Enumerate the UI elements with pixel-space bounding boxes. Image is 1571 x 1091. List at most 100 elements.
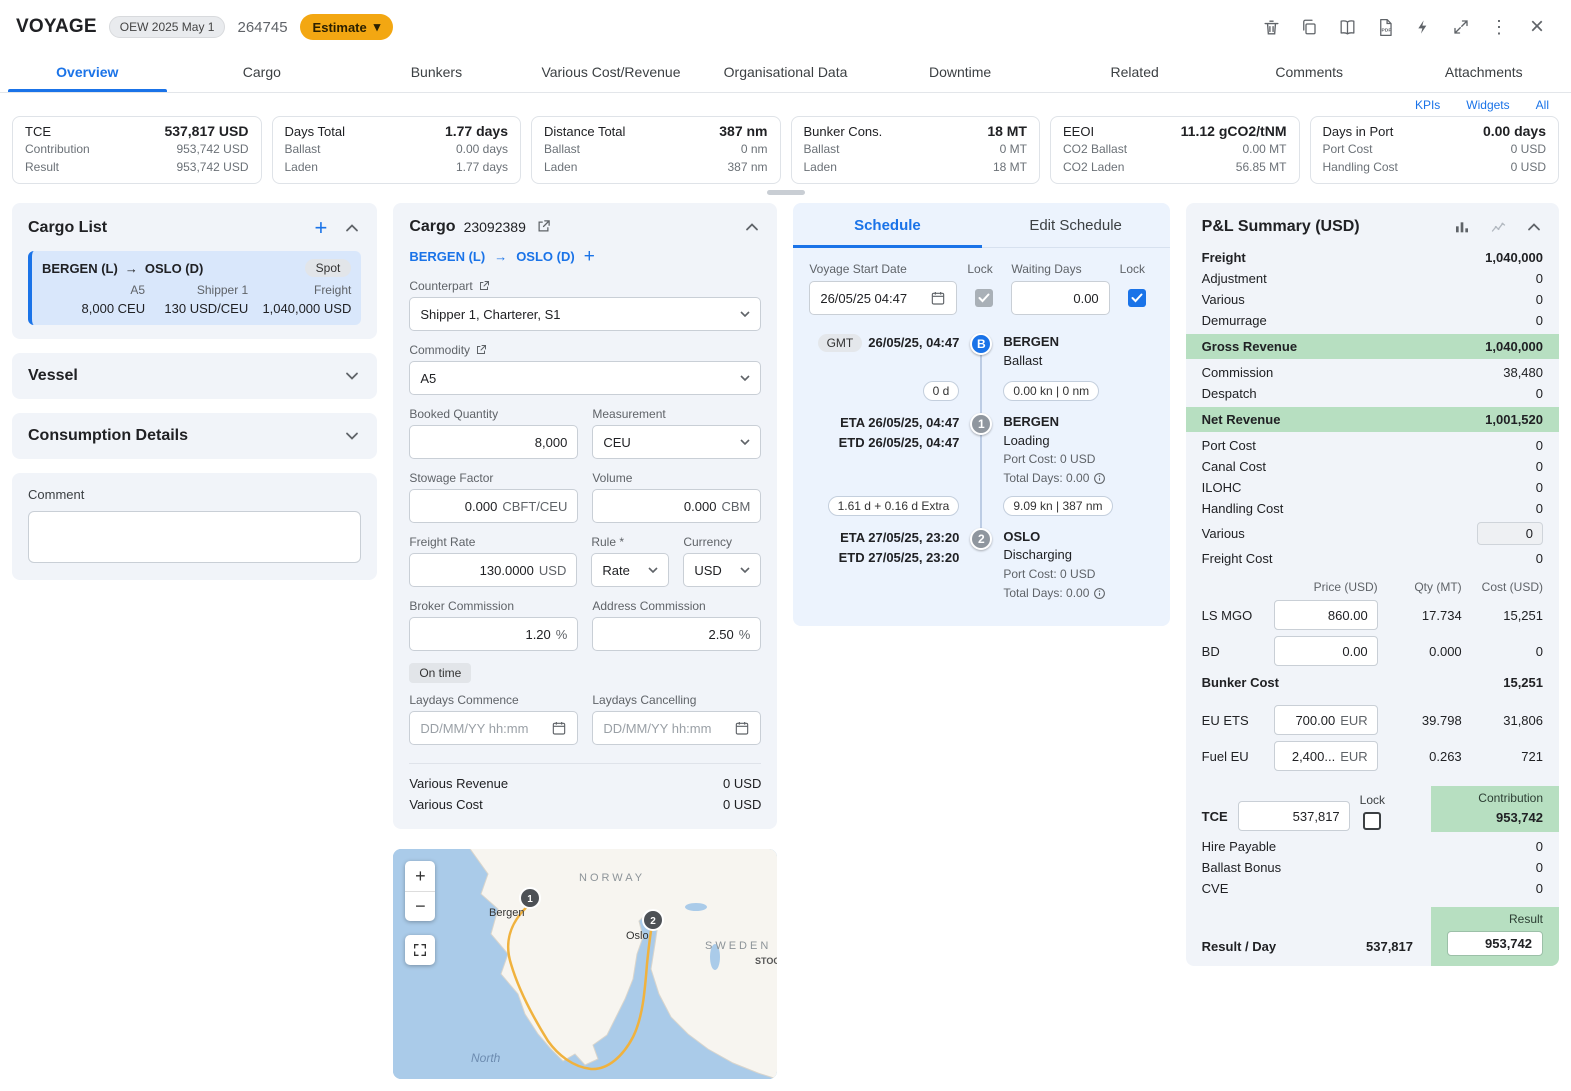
- broker-commission-value: 1.20: [525, 627, 550, 642]
- expand-consumption-button[interactable]: [343, 430, 361, 442]
- collapse-cargo-list-button[interactable]: [343, 222, 361, 234]
- tab-overview[interactable]: Overview: [0, 54, 175, 92]
- pnl-label: Freight Cost: [1202, 551, 1273, 566]
- currency-select[interactable]: USD: [683, 553, 761, 587]
- laydays-commence-placeholder: DD/MM/YY hh:mm: [420, 721, 528, 736]
- route-load-port-link[interactable]: BERGEN (L): [409, 249, 485, 264]
- bar-chart-toggle-button[interactable]: [1452, 217, 1472, 237]
- tab-related[interactable]: Related: [1047, 54, 1222, 92]
- bunker-row-euets: EU ETS 700.00EUR 39.798 31,806: [1202, 702, 1543, 738]
- tab-bunkers[interactable]: Bunkers: [349, 54, 524, 92]
- result-block: Result / Day 537,817 Result 953,742: [1202, 907, 1559, 966]
- close-button[interactable]: ×: [1519, 10, 1555, 44]
- pdf-export-button[interactable]: PDF: [1367, 10, 1403, 44]
- open-cargo-button[interactable]: [534, 217, 553, 236]
- add-port-button[interactable]: +: [584, 247, 595, 266]
- broker-commission-input[interactable]: 1.20%: [409, 617, 578, 651]
- collapse-pnl-button[interactable]: [1525, 221, 1543, 233]
- tce-input[interactable]: 537,817: [1238, 801, 1350, 831]
- tce-value: 537,817: [1293, 809, 1340, 824]
- measurement-value: CEU: [603, 435, 630, 450]
- bunker-qty: 0.263: [1386, 749, 1462, 764]
- calendar-icon[interactable]: [551, 720, 567, 736]
- tab-schedule[interactable]: Schedule: [793, 203, 981, 247]
- kpi-sub-label: Ballast: [804, 140, 840, 158]
- tab-cargo[interactable]: Cargo: [175, 54, 350, 92]
- tab-organisational-data[interactable]: Organisational Data: [698, 54, 873, 92]
- laydays-cancelling-input[interactable]: DD/MM/YY hh:mm: [592, 711, 761, 745]
- pnl-row-ballast-bonus: Ballast Bonus0: [1202, 857, 1543, 878]
- kpi-link-all[interactable]: All: [1536, 98, 1549, 112]
- pnl-row-net-revenue: Net Revenue1,001,520: [1186, 407, 1559, 432]
- kpi-resize-handle[interactable]: [767, 190, 805, 195]
- counterpart-select[interactable]: Shipper 1, Charterer, S1: [409, 297, 761, 331]
- laydays-commence-input[interactable]: DD/MM/YY hh:mm: [409, 711, 578, 745]
- lsmgo-price-input[interactable]: 860.00: [1274, 600, 1378, 630]
- tce-lock-checkbox[interactable]: [1363, 812, 1381, 830]
- stowage-factor-input[interactable]: 0.000CBFT/CEU: [409, 489, 578, 523]
- kpi-sub-value: 1.77 days: [456, 158, 508, 176]
- stop-port: BERGEN: [1003, 333, 1153, 352]
- kpi-sub-value: 953,742 USD: [176, 158, 248, 176]
- bunker-cost: 721: [1470, 749, 1543, 764]
- bunker-qty: 39.798: [1386, 713, 1462, 728]
- tab-downtime[interactable]: Downtime: [873, 54, 1048, 92]
- route-discharge-port-link[interactable]: OSLO (D): [516, 249, 575, 264]
- commodity-select[interactable]: A5: [409, 361, 761, 395]
- expand-vessel-button[interactable]: [343, 370, 361, 382]
- calendar-icon[interactable]: [930, 290, 946, 306]
- various-cost-input[interactable]: 0: [1477, 522, 1543, 545]
- kpi-card-eeoi: EEOI11.12 gCO2/tNM CO2 Ballast0.00 MT CO…: [1050, 116, 1300, 184]
- waiting-days-input[interactable]: 0.00: [1011, 281, 1109, 315]
- comment-input[interactable]: [28, 511, 361, 563]
- collapse-cargo-form-button[interactable]: [743, 221, 761, 233]
- info-icon[interactable]: [1093, 472, 1106, 485]
- rule-select[interactable]: Rate: [591, 553, 669, 587]
- log-button[interactable]: [1329, 10, 1365, 44]
- freight-rate-input[interactable]: 130.0000USD: [409, 553, 577, 587]
- address-commission-input[interactable]: 2.50%: [592, 617, 761, 651]
- pnl-value: 0: [1536, 501, 1543, 516]
- tab-comments[interactable]: Comments: [1222, 54, 1397, 92]
- external-link-icon[interactable]: [478, 280, 490, 292]
- voyage-start-lock-checkbox[interactable]: [975, 289, 993, 307]
- trend-chart-toggle-button[interactable]: [1488, 217, 1509, 237]
- fueleu-price-input[interactable]: 2,400...EUR: [1274, 741, 1378, 771]
- route-map[interactable]: 1 2 NORWAY SWEDEN STOC Bergen Oslo North…: [393, 849, 777, 1079]
- map-fullscreen-button[interactable]: [405, 935, 435, 965]
- more-button[interactable]: ⋮: [1481, 10, 1517, 44]
- tab-attachments[interactable]: Attachments: [1397, 54, 1571, 92]
- measurement-select[interactable]: CEU: [592, 425, 761, 459]
- copy-button[interactable]: [1291, 10, 1327, 44]
- euets-price-input[interactable]: 700.00EUR: [1274, 705, 1378, 735]
- quick-actions-button[interactable]: [1405, 10, 1441, 44]
- estimate-button[interactable]: Estimate ▾: [300, 14, 394, 40]
- external-link-icon[interactable]: [475, 344, 487, 356]
- delete-button[interactable]: [1253, 10, 1289, 44]
- map-zoom-in-button[interactable]: +: [405, 861, 435, 891]
- volume-input[interactable]: 0.000CBM: [592, 489, 761, 523]
- price-value: 700.00: [1295, 713, 1335, 728]
- tab-edit-schedule[interactable]: Edit Schedule: [982, 203, 1170, 247]
- timeline-stop-2[interactable]: ETA 27/05/25, 23:20 ETD 27/05/25, 23:20 …: [809, 528, 1153, 603]
- fullscreen-button[interactable]: [1443, 10, 1479, 44]
- tab-various-cost-revenue[interactable]: Various Cost/Revenue: [524, 54, 699, 92]
- add-cargo-button[interactable]: +: [314, 217, 327, 239]
- bd-price-input[interactable]: 0.00: [1274, 636, 1378, 666]
- lock-label: Lock: [1120, 262, 1154, 276]
- booked-quantity-input[interactable]: 8,000: [409, 425, 578, 459]
- map-zoom-out-button[interactable]: −: [405, 891, 435, 921]
- cargo-list-item[interactable]: BERGEN (L) → OSLO (D) Spot A5 Shipper 1 …: [28, 251, 361, 325]
- kpi-value: 0.00 days: [1483, 123, 1546, 139]
- info-icon[interactable]: [1093, 587, 1106, 600]
- kpi-link-kpis[interactable]: KPIs: [1415, 98, 1440, 112]
- kpi-link-widgets[interactable]: Widgets: [1466, 98, 1509, 112]
- waiting-days-lock-checkbox[interactable]: [1128, 289, 1146, 307]
- voyage-start-input[interactable]: 26/05/25 04:47: [809, 281, 957, 315]
- result-total-input[interactable]: 953,742: [1447, 931, 1543, 956]
- calendar-icon[interactable]: [734, 720, 750, 736]
- commodity-value: A5: [420, 371, 436, 386]
- timeline-marker-2: 2: [970, 528, 992, 550]
- comment-panel: Comment: [12, 473, 377, 580]
- close-icon: ×: [1530, 13, 1544, 41]
